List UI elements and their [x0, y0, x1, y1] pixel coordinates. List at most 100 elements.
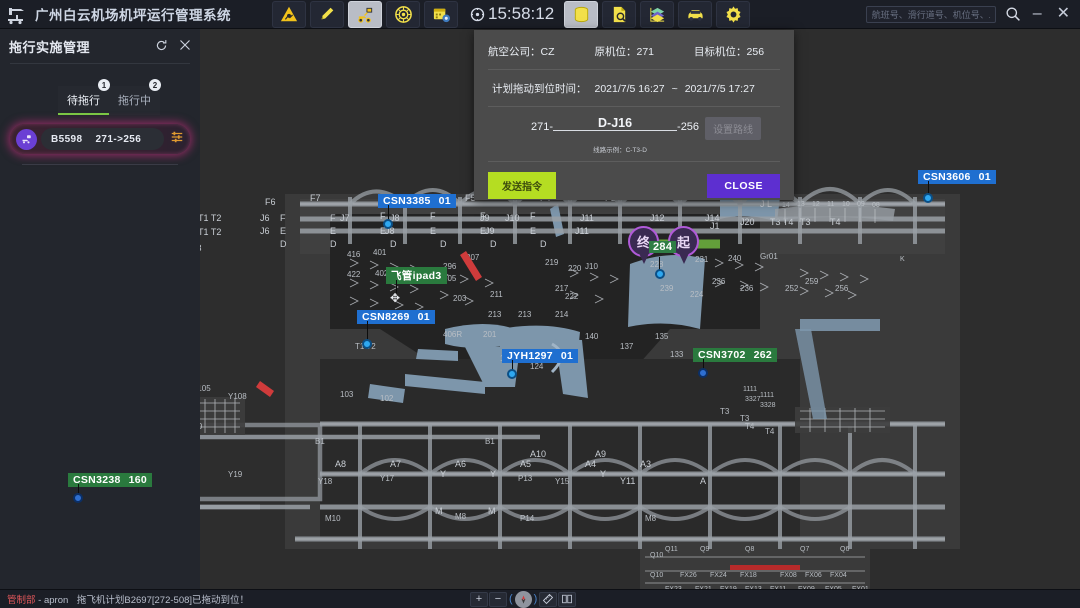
svg-text:T1 T2: T1 T2: [200, 227, 221, 237]
route-input[interactable]: D-J16: [553, 116, 678, 131]
svg-text:Gr01: Gr01: [760, 252, 778, 261]
tow-instruction-dialog: 航空公司：CZ 原机位：271 目标机位：256 计划拖动到位时间： 2021/…: [474, 30, 794, 200]
app-root: 广州白云机场机坪运行管理系统 15:58:12 航班号、滑行道号、机位号、二三四…: [0, 0, 1080, 608]
flight-position-dot[interactable]: [362, 339, 372, 349]
ruler-icon[interactable]: [539, 591, 558, 607]
flight-position-dot[interactable]: [923, 193, 933, 203]
tab-pending-tow[interactable]: 待拖行 1: [58, 79, 110, 115]
svg-text:J11: J11: [575, 226, 589, 236]
flight-label-marker[interactable]: CSN3702 262: [693, 345, 778, 378]
svg-text:T3: T3: [800, 217, 811, 227]
refresh-icon[interactable]: [155, 39, 168, 54]
flight-position-dot[interactable]: [73, 493, 83, 503]
flight-position-dot[interactable]: [698, 368, 708, 378]
flight-label-box[interactable]: CSN3385 01: [378, 194, 456, 208]
svg-text:Y19: Y19: [228, 470, 243, 479]
svg-text:Y: Y: [490, 469, 496, 479]
svg-text:236: 236: [740, 284, 754, 293]
svg-text:Q9: Q9: [700, 546, 709, 553]
flight-label-marker[interactable]: CSN8269 01: [357, 307, 435, 349]
svg-text:J1: J1: [710, 221, 720, 231]
svg-text:401: 401: [373, 248, 387, 257]
status-message-group: 管制部 - apron 拖飞机计划B2697[272-508]已拖动到位！: [0, 592, 249, 606]
settings-sliders-icon[interactable]: [170, 130, 184, 149]
compass-icon[interactable]: [514, 590, 532, 608]
flight-label-marker[interactable]: CSN3238 160: [68, 470, 153, 503]
plan-time-separator: ~: [671, 82, 678, 95]
tow-plan-button[interactable]: [348, 0, 382, 28]
svg-text:3328: 3328: [760, 402, 776, 409]
flight-stand: 01: [417, 311, 430, 323]
close-icon[interactable]: [179, 39, 191, 53]
vehicle-button[interactable]: [678, 0, 713, 28]
svg-text:F7: F7: [310, 193, 321, 203]
route-value: D-J16: [598, 116, 633, 130]
toolbar-right: – ✕: [865, 5, 1080, 24]
flight-callsign: 飞管ipad3: [391, 270, 442, 282]
pencil-button[interactable]: [310, 0, 344, 28]
svg-text:422: 422: [347, 270, 361, 279]
svg-text:259: 259: [805, 277, 819, 286]
flight-label-box[interactable]: CSN3606 01: [918, 170, 996, 184]
svg-text:416: 416: [347, 250, 361, 259]
airline-label: 航空公司：CZ: [488, 46, 555, 58]
list-item[interactable]: B5598 271->256: [10, 124, 190, 154]
minimize-button[interactable]: –: [1030, 6, 1045, 22]
svg-text:T1 T2: T1 T2: [200, 213, 221, 223]
svg-text:E: E: [430, 226, 436, 236]
layers-icon: [650, 7, 664, 22]
flight-label-box[interactable]: CSN3702 262: [693, 348, 778, 362]
svg-text:Q10: Q10: [650, 572, 663, 579]
svg-text:J L: J L: [760, 199, 772, 209]
database-button[interactable]: [564, 0, 599, 28]
svg-text:103: 103: [340, 390, 354, 399]
flight-label-marker[interactable]: CSN3606 01: [918, 167, 996, 203]
flight-label-marker[interactable]: 飞管ipad3 ✥: [386, 266, 447, 305]
svg-text:E: E: [330, 226, 336, 236]
gear-button[interactable]: [716, 0, 751, 28]
svg-text:A8: A8: [335, 459, 346, 469]
tab-towing[interactable]: 拖行中 2: [109, 79, 161, 115]
flight-label-box[interactable]: CSN3238 160: [68, 473, 153, 487]
alert-button[interactable]: [272, 0, 306, 28]
svg-text:Q7: Q7: [800, 546, 809, 553]
towing-aircraft-dot[interactable]: [655, 269, 665, 279]
close-dialog-button[interactable]: CLOSE: [707, 173, 780, 198]
close-window-button[interactable]: ✕: [1054, 6, 1073, 22]
zoom-in-button[interactable]: +: [470, 591, 488, 607]
send-command-button[interactable]: 发送指令: [488, 172, 556, 199]
zoom-out-button[interactable]: −: [489, 591, 507, 607]
svg-text:FX04: FX04: [830, 572, 847, 579]
flight-position-dot[interactable]: [383, 219, 393, 229]
flight-stand: 01: [978, 171, 991, 183]
svg-text:213: 213: [488, 310, 502, 319]
tab-pending-tow-label: 待拖行: [67, 95, 100, 107]
svg-text:13: 13: [797, 201, 805, 208]
svg-text:T3: T3: [740, 414, 750, 423]
status-department: 管制部: [7, 595, 36, 606]
layers-button[interactable]: [640, 0, 675, 28]
plan-time-end: 2021/7/5 17:27: [684, 82, 755, 95]
svg-text:FX24: FX24: [710, 572, 727, 579]
vehicle-icon: [688, 9, 703, 21]
map-book-icon[interactable]: [558, 591, 577, 607]
flight-position-dot[interactable]: [507, 369, 517, 379]
flight-label-marker[interactable]: JYH1297 01: [502, 346, 579, 379]
svg-text:Q11: Q11: [665, 546, 678, 553]
flight-label-box[interactable]: JYH1297 01: [502, 349, 579, 363]
wheel-button[interactable]: [386, 0, 420, 28]
schedule-button[interactable]: [424, 0, 458, 28]
dialog-time-row: 计划拖动到位时间： 2021/7/5 16:27 ~ 2021/7/5 17:2…: [474, 70, 794, 106]
left-panel-header: 拖行实施管理: [0, 29, 200, 63]
document-search-button[interactable]: [602, 0, 637, 28]
route-prefix: 271-: [531, 121, 554, 133]
flight-label-marker[interactable]: CSN3385 01: [378, 191, 456, 229]
dialog-actions: 发送指令 CLOSE: [474, 162, 794, 199]
search-input[interactable]: [865, 6, 996, 24]
svg-text:A7: A7: [390, 459, 401, 469]
search-icon[interactable]: [1005, 6, 1021, 22]
svg-text:F: F: [430, 211, 436, 221]
flight-label-box[interactable]: CSN8269 01: [357, 310, 435, 324]
svg-text:Y15: Y15: [555, 477, 570, 486]
set-route-button[interactable]: 设置路线: [705, 117, 762, 140]
